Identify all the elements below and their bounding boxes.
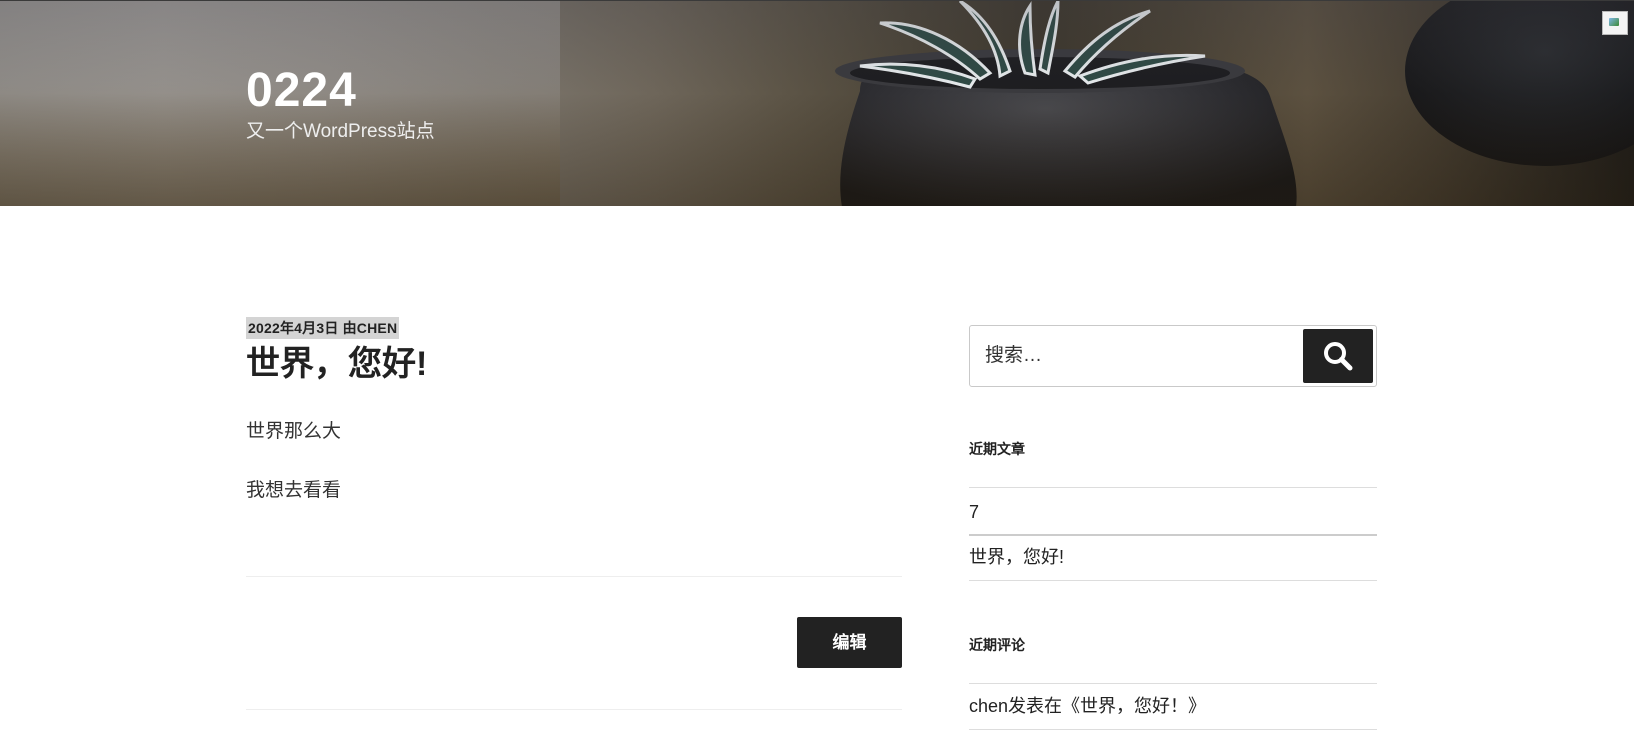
recent-post-link[interactable]: 世界，您好!	[969, 545, 1064, 569]
search-icon	[1324, 342, 1353, 371]
search-form	[969, 325, 1377, 387]
recent-comments-title: 近期评论	[969, 637, 1025, 653]
divider	[969, 534, 1377, 536]
search-input[interactable]	[971, 327, 1301, 385]
divider	[969, 487, 1377, 488]
divider	[969, 683, 1377, 684]
recent-posts-title: 近期文章	[969, 441, 1025, 457]
divider	[969, 729, 1377, 730]
broken-image-icon	[1602, 11, 1628, 35]
recent-post-link[interactable]: 7	[969, 500, 979, 524]
divider	[246, 709, 902, 710]
site-description: 又一个WordPress站点	[246, 121, 435, 142]
site-header: 0224 又一个WordPress站点	[0, 0, 1634, 206]
post-meta[interactable]: 2022年4月3日 由CHEN	[246, 317, 400, 339]
post-paragraph: 我想去看看	[246, 480, 342, 501]
divider	[969, 580, 1377, 581]
edit-button[interactable]: 编辑	[797, 617, 902, 668]
site-title[interactable]: 0224	[246, 63, 357, 119]
recent-comment-link[interactable]: chen发表在《世界，您好！》	[969, 694, 1206, 718]
post-title[interactable]: 世界，您好!	[246, 342, 427, 386]
divider	[246, 576, 902, 577]
search-button[interactable]	[1303, 329, 1373, 383]
post-paragraph: 世界那么大	[246, 421, 342, 442]
